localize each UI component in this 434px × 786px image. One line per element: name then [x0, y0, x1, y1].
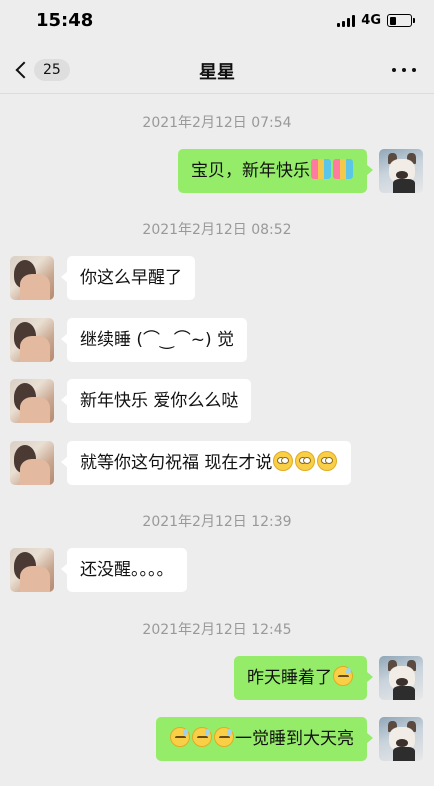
- contact-avatar[interactable]: [10, 548, 54, 592]
- status-time: 15:48: [36, 10, 94, 31]
- message-text: 新年快乐 爱你么么哒: [80, 391, 239, 411]
- status-indicators: 4G: [337, 13, 415, 28]
- message-text: 继续睡 (⌒‿⌒~) 觉: [80, 330, 234, 350]
- ribbon-emoji-icon: [333, 159, 353, 179]
- contact-avatar[interactable]: [10, 318, 54, 362]
- message-bubble-contact[interactable]: 还没醒。。。。: [61, 548, 187, 592]
- sleepy-emoji-icon: [214, 727, 234, 747]
- sleepy-emoji-icon: [192, 727, 212, 747]
- self-avatar[interactable]: [379, 717, 423, 761]
- self-avatar[interactable]: [379, 656, 423, 700]
- message-timestamp: 2021年2月12日 12:39: [142, 514, 292, 530]
- more-dot-icon: [412, 68, 416, 72]
- message-timestamp: 2021年2月12日 08:52: [142, 222, 292, 238]
- contact-avatar[interactable]: [10, 256, 54, 300]
- signal-icon: [337, 14, 356, 27]
- contact-avatar[interactable]: [10, 441, 54, 485]
- eyeroll-emoji-icon: [317, 451, 338, 471]
- message-text: 你这么早醒了: [80, 268, 182, 288]
- message-bubble-contact[interactable]: 就等你这句祝福 现在才说: [60, 441, 352, 485]
- message-text: 就等你这句祝福 现在才说: [80, 453, 273, 473]
- eyeroll-emoji-icon: [295, 451, 316, 471]
- more-dot-icon: [392, 68, 396, 72]
- message-timestamp: 2021年2月12日 07:54: [142, 115, 292, 131]
- message-text: 一觉睡到大天亮: [235, 729, 354, 749]
- message-bubble-self[interactable]: 一觉睡到大天亮: [156, 717, 373, 761]
- sleepy-emoji-icon: [333, 666, 353, 686]
- message-text: 还没醒。。。。: [80, 560, 174, 580]
- message-bubble-contact[interactable]: 继续睡 (⌒‿⌒~) 觉: [61, 318, 247, 362]
- self-avatar[interactable]: [379, 149, 423, 193]
- status-bar: 15:48 4G: [0, 0, 434, 46]
- message-bubble-self[interactable]: 宝贝，新年快乐: [178, 149, 373, 193]
- more-options-button[interactable]: [392, 60, 416, 80]
- battery-fill: [389, 16, 396, 25]
- chat-title: 星星: [199, 62, 235, 83]
- more-dot-icon: [402, 68, 406, 72]
- chat-header: 25 星星: [0, 46, 434, 94]
- contact-avatar[interactable]: [10, 379, 54, 423]
- battery-icon: [387, 14, 415, 27]
- sleepy-emoji-icon: [170, 727, 190, 747]
- message-timestamp: 2021年2月12日 12:45: [142, 622, 292, 638]
- message-bubble-contact[interactable]: 新年快乐 爱你么么哒: [60, 379, 252, 423]
- message-text: 昨天睡着了: [247, 668, 332, 688]
- message-text: 宝贝，新年快乐: [191, 161, 310, 181]
- ribbon-emoji-icon: [311, 159, 331, 179]
- message-bubble-contact[interactable]: 你这么早醒了: [61, 256, 195, 300]
- eyeroll-emoji-icon: [273, 451, 294, 471]
- network-label: 4G: [361, 13, 381, 28]
- message-bubble-self[interactable]: 昨天睡着了: [234, 656, 373, 700]
